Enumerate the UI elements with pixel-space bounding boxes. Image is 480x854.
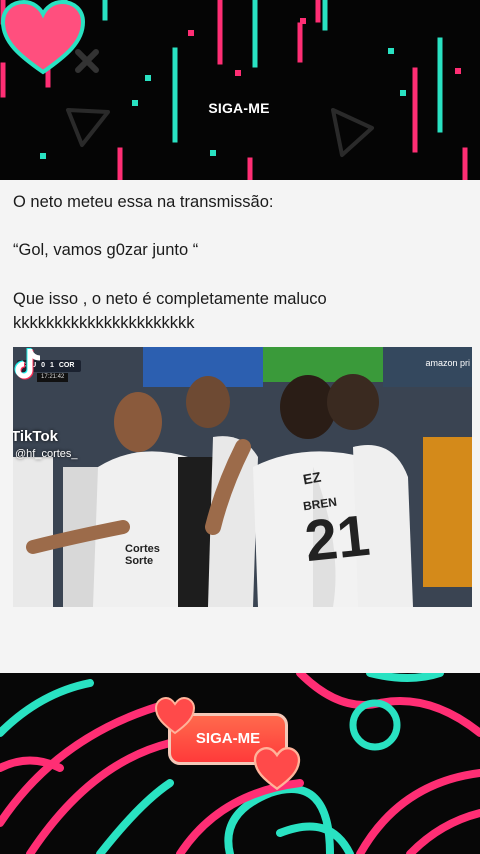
video-scene — [13, 347, 472, 607]
play-shape-icon — [66, 108, 110, 147]
post-text-line: O neto meteu essa na transmissão: — [13, 193, 274, 211]
heart-icon — [253, 747, 301, 791]
play-shape-icon — [331, 108, 374, 157]
jersey-number: 21 — [301, 502, 373, 575]
tiktok-wordmark: TikTok — [13, 428, 58, 445]
away-team: COR — [58, 362, 75, 369]
heart-badge-icon[interactable] — [0, 0, 86, 76]
sponsor-text: Cortes Sorte — [125, 543, 160, 567]
tiktok-icon — [14, 348, 41, 380]
follow-label[interactable]: SIGA-ME — [196, 100, 282, 116]
video-frame[interactable]: CRU 0 1 COR 17:21:42 amazon pri EZ BREN … — [13, 347, 472, 607]
heart-icon — [154, 697, 196, 735]
tiktok-handle[interactable]: @hf_cortes_ — [15, 448, 78, 460]
post-text-line: kkkkkkkkkkkkkkkkkkkkkk — [13, 314, 195, 332]
post-text-line: “Gol, vamos g0zar junto “ — [13, 241, 199, 259]
broadcaster-logo: amazon pri — [425, 358, 470, 368]
away-score: 1 — [49, 362, 54, 369]
bottom-banner: SIGA-ME — [0, 673, 480, 854]
top-banner: SIGA-ME — [0, 0, 480, 180]
jersey-name-top: EZ — [301, 468, 323, 488]
post-text-line: Que isso , o neto é completamente maluco — [13, 290, 327, 308]
